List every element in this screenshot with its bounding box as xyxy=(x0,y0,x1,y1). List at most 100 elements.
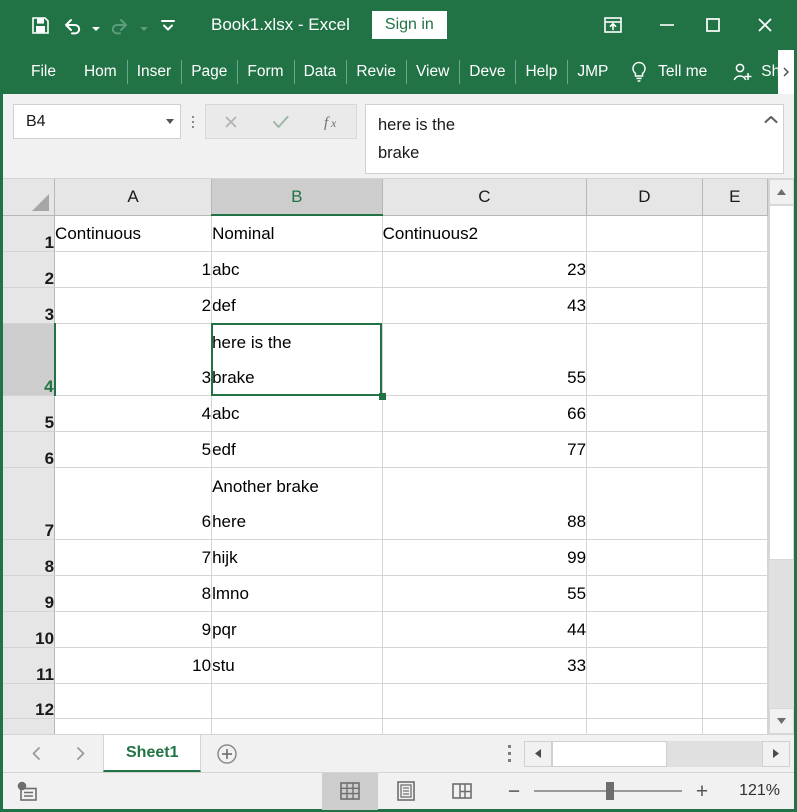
redo-dropdown-icon[interactable] xyxy=(137,10,151,40)
undo-icon[interactable] xyxy=(57,10,87,40)
tab-split-handle[interactable] xyxy=(494,735,524,772)
cell-E7[interactable] xyxy=(702,468,767,540)
zoom-level-label[interactable]: 121% xyxy=(722,782,780,800)
cell-C7[interactable]: 88 xyxy=(382,468,587,540)
maximize-icon[interactable] xyxy=(690,0,736,50)
vertical-scrollbar[interactable] xyxy=(768,179,794,734)
cell-E10[interactable] xyxy=(702,612,767,648)
cell-E5[interactable] xyxy=(702,396,767,432)
cell-D7[interactable] xyxy=(587,468,703,540)
view-page-layout-icon[interactable] xyxy=(378,773,434,810)
cell-E12[interactable] xyxy=(702,684,767,719)
row-header-11[interactable]: 11 xyxy=(3,648,55,684)
tell-me-search[interactable]: Tell me xyxy=(652,50,713,94)
cancel-icon[interactable] xyxy=(206,105,256,138)
row-header-1[interactable]: 1 xyxy=(3,215,55,252)
scroll-up-icon[interactable] xyxy=(769,179,794,205)
tab-jmp[interactable]: JMP xyxy=(567,50,618,94)
tab-page-layout[interactable]: Page xyxy=(181,50,237,94)
cell-B5[interactable]: abc xyxy=(212,396,383,432)
row-header-9[interactable]: 9 xyxy=(3,576,55,612)
collapse-formula-bar-icon[interactable] xyxy=(762,110,780,128)
row-header-2[interactable]: 2 xyxy=(3,252,55,288)
cell-B11[interactable]: stu xyxy=(212,648,383,684)
tab-file[interactable]: File xyxy=(3,50,74,94)
vertical-scroll-thumb[interactable] xyxy=(769,205,794,560)
cell-C13[interactable] xyxy=(382,719,587,735)
select-all-corner[interactable] xyxy=(3,179,55,215)
name-box[interactable]: B4 xyxy=(13,104,181,139)
cell-A7[interactable]: 6 xyxy=(55,468,212,540)
fill-handle[interactable] xyxy=(379,393,386,400)
cell-C12[interactable] xyxy=(382,684,587,719)
cell-E1[interactable] xyxy=(702,215,767,252)
cell-C1[interactable]: Continuous2 xyxy=(382,215,587,252)
cell-B1[interactable]: Nominal xyxy=(212,215,383,252)
cell-B2[interactable]: abc xyxy=(212,252,383,288)
previous-sheet-icon[interactable] xyxy=(25,735,47,773)
scroll-left-icon[interactable] xyxy=(524,741,552,767)
lightbulb-icon[interactable] xyxy=(626,50,652,94)
zoom-out-button[interactable]: − xyxy=(504,776,524,806)
cell-E11[interactable] xyxy=(702,648,767,684)
minimize-icon[interactable] xyxy=(644,0,690,50)
cell-D11[interactable] xyxy=(587,648,703,684)
cell-A8[interactable]: 7 xyxy=(55,540,212,576)
cell-A11[interactable]: 10 xyxy=(55,648,212,684)
cell-C3[interactable]: 43 xyxy=(382,288,587,324)
cell-C8[interactable]: 99 xyxy=(382,540,587,576)
cell-D12[interactable] xyxy=(587,684,703,719)
column-header-a[interactable]: A xyxy=(55,179,212,215)
cell-E9[interactable] xyxy=(702,576,767,612)
vertical-scroll-track[interactable] xyxy=(769,205,794,708)
column-header-d[interactable]: D xyxy=(587,179,703,215)
cell-B13[interactable] xyxy=(212,719,383,735)
cell-C10[interactable]: 44 xyxy=(382,612,587,648)
cell-D5[interactable] xyxy=(587,396,703,432)
tab-home[interactable]: Hom xyxy=(74,50,127,94)
redo-icon[interactable] xyxy=(105,10,135,40)
cell-D13[interactable] xyxy=(587,719,703,735)
zoom-slider[interactable] xyxy=(534,776,682,806)
cell-C4[interactable]: 55 xyxy=(382,324,587,396)
cell-A3[interactable]: 2 xyxy=(55,288,212,324)
cell-C5[interactable]: 66 xyxy=(382,396,587,432)
view-normal-icon[interactable] xyxy=(322,773,378,810)
cell-B10[interactable]: pqr xyxy=(212,612,383,648)
insert-function-icon[interactable]: f x xyxy=(306,105,356,138)
tab-insert[interactable]: Inser xyxy=(127,50,181,94)
undo-dropdown-icon[interactable] xyxy=(89,10,103,40)
ribbon-display-options-icon[interactable] xyxy=(582,0,644,50)
cell-E13[interactable] xyxy=(702,719,767,735)
save-icon[interactable] xyxy=(25,10,55,40)
cell-C6[interactable]: 77 xyxy=(382,432,587,468)
column-header-e[interactable]: E xyxy=(702,179,767,215)
cell-A1[interactable]: Continuous xyxy=(55,215,212,252)
tab-developer[interactable]: Deve xyxy=(459,50,515,94)
cell-A6[interactable]: 5 xyxy=(55,432,212,468)
close-icon[interactable] xyxy=(736,0,794,50)
cell-D8[interactable] xyxy=(587,540,703,576)
cell-B9[interactable]: lmno xyxy=(212,576,383,612)
ribbon-overflow-icon[interactable] xyxy=(778,50,794,94)
cell-A5[interactable]: 4 xyxy=(55,396,212,432)
zoom-slider-thumb[interactable] xyxy=(606,782,614,800)
new-sheet-icon[interactable] xyxy=(201,735,253,772)
cell-E6[interactable] xyxy=(702,432,767,468)
cell-E3[interactable] xyxy=(702,288,767,324)
cell-B3[interactable]: def xyxy=(212,288,383,324)
row-header-10[interactable]: 10 xyxy=(3,612,55,648)
column-header-c[interactable]: C xyxy=(382,179,587,215)
cell-D9[interactable] xyxy=(587,576,703,612)
row-header-7[interactable]: 7 xyxy=(3,468,55,540)
cell-A4[interactable]: 3 xyxy=(55,324,212,396)
cell-B8[interactable]: hijk xyxy=(212,540,383,576)
cell-D10[interactable] xyxy=(587,612,703,648)
row-header-6[interactable]: 6 xyxy=(3,432,55,468)
cell-C2[interactable]: 23 xyxy=(382,252,587,288)
cell-B7[interactable]: Another brake here xyxy=(212,468,383,540)
cell-A9[interactable]: 8 xyxy=(55,576,212,612)
cell-D2[interactable] xyxy=(587,252,703,288)
accessibility-icon[interactable] xyxy=(15,780,41,802)
next-sheet-icon[interactable] xyxy=(69,735,91,773)
